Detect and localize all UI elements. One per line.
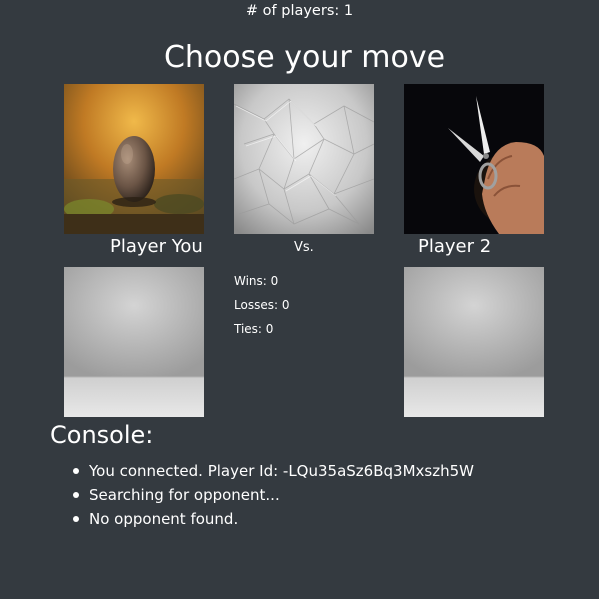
- paper-image: [234, 84, 374, 234]
- scissors-choice-button[interactable]: [404, 84, 544, 234]
- console-title: Console:: [50, 421, 154, 449]
- player-you-move-slot: [64, 267, 204, 417]
- console-message: No opponent found.: [68, 508, 474, 532]
- console-message: You connected. Player Id: -LQu35aSz6Bq3M…: [68, 460, 474, 484]
- empty-stage-image: [404, 267, 544, 417]
- wins-count: Wins: 0: [234, 274, 279, 288]
- paper-choice-button[interactable]: [234, 84, 374, 234]
- rock-choice-button[interactable]: [64, 84, 204, 234]
- rock-image: [64, 84, 204, 234]
- console-log: You connected. Player Id: -LQu35aSz6Bq3M…: [68, 460, 474, 532]
- player-count: # of players: 1: [245, 3, 354, 19]
- scissors-image: [404, 84, 544, 234]
- losses-count: Losses: 0: [234, 298, 290, 312]
- console-message: Searching for opponent...: [68, 484, 474, 508]
- score-stats: Wins: 0 Losses: 0 Ties: 0: [234, 272, 289, 344]
- player-two-label: Player 2: [418, 236, 492, 257]
- player-you-label: Player You: [110, 236, 203, 257]
- vs-label: Vs.: [294, 240, 314, 255]
- game-page: # of players: 1 Choose your move Player …: [0, 0, 599, 599]
- ties-count: Ties: 0: [234, 322, 274, 336]
- player-two-move-slot: [404, 267, 544, 417]
- empty-stage-image: [64, 267, 204, 417]
- page-title: Choose your move: [163, 40, 446, 75]
